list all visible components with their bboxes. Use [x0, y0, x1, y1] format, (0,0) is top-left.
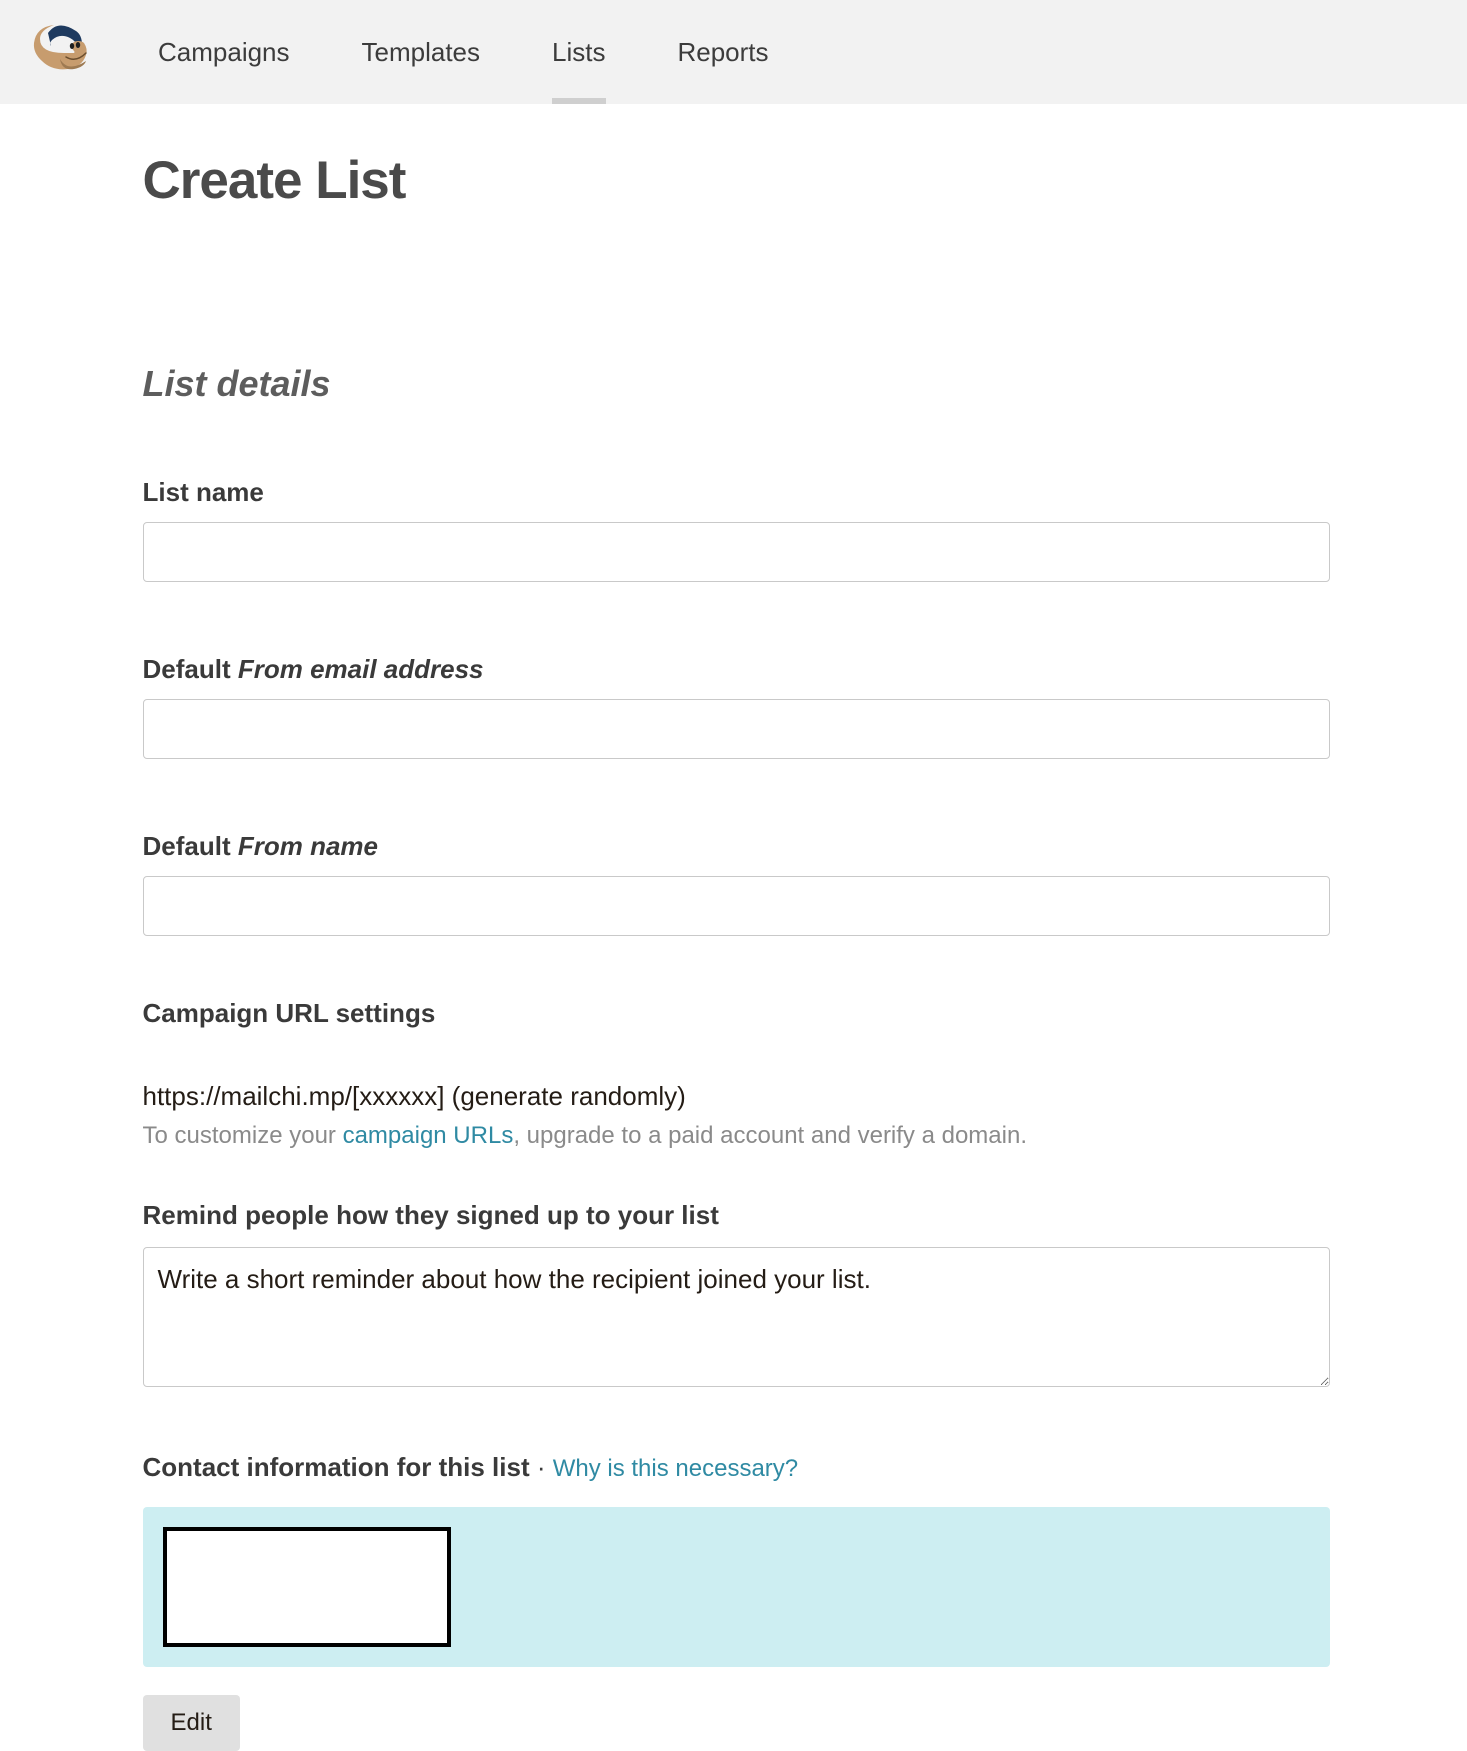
- freddie-icon: [30, 21, 92, 83]
- hint-post: , upgrade to a paid account and verify a…: [513, 1122, 1027, 1149]
- field-list-name: List name: [143, 477, 1330, 582]
- label-contact-dot: ·: [530, 1452, 553, 1482]
- why-necessary-link[interactable]: Why is this necessary?: [553, 1455, 798, 1482]
- campaign-urls-link[interactable]: campaign URLs: [343, 1122, 514, 1149]
- campaign-url-hint: To customize your campaign URLs, upgrade…: [143, 1122, 1330, 1150]
- label-from-email-prefix: Default: [143, 654, 238, 684]
- label-list-name: List name: [143, 477, 1330, 508]
- label-contact: Contact information for this list · Why …: [143, 1452, 1330, 1483]
- nav-lists[interactable]: Lists: [516, 0, 641, 104]
- edit-button[interactable]: Edit: [143, 1695, 240, 1751]
- label-from-email-ital: From email address: [238, 654, 484, 684]
- input-from-email[interactable]: [143, 699, 1330, 759]
- campaign-url-value: https://mailchi.mp/[xxxxxx] (generate ra…: [143, 1081, 1330, 1112]
- nav-reports[interactable]: Reports: [641, 0, 804, 104]
- field-from-name: Default From name: [143, 831, 1330, 936]
- label-campaign-url: Campaign URL settings: [143, 998, 1330, 1029]
- section-title: List details: [143, 363, 1330, 405]
- address-box: [163, 1527, 451, 1647]
- label-from-email: Default From email address: [143, 654, 1330, 685]
- topbar: Campaigns Templates Lists Reports: [0, 0, 1467, 104]
- nav-campaigns[interactable]: Campaigns: [122, 0, 326, 104]
- page-title: Create List: [143, 150, 1330, 211]
- logo[interactable]: [0, 21, 122, 83]
- label-from-name-prefix: Default: [143, 831, 238, 861]
- label-from-name: Default From name: [143, 831, 1330, 862]
- input-list-name[interactable]: [143, 522, 1330, 582]
- hint-pre: To customize your: [143, 1122, 343, 1149]
- main-nav: Campaigns Templates Lists Reports: [122, 0, 805, 104]
- nav-templates[interactable]: Templates: [326, 0, 517, 104]
- field-from-email: Default From email address: [143, 654, 1330, 759]
- label-remind: Remind people how they signed up to your…: [143, 1200, 1330, 1231]
- label-from-name-ital: From name: [238, 831, 378, 861]
- input-from-name[interactable]: [143, 876, 1330, 936]
- textarea-reminder[interactable]: [143, 1247, 1330, 1387]
- main-content: Create List List details List name Defau…: [138, 150, 1330, 1751]
- label-contact-text: Contact information for this list: [143, 1452, 530, 1482]
- contact-panel: [143, 1507, 1330, 1667]
